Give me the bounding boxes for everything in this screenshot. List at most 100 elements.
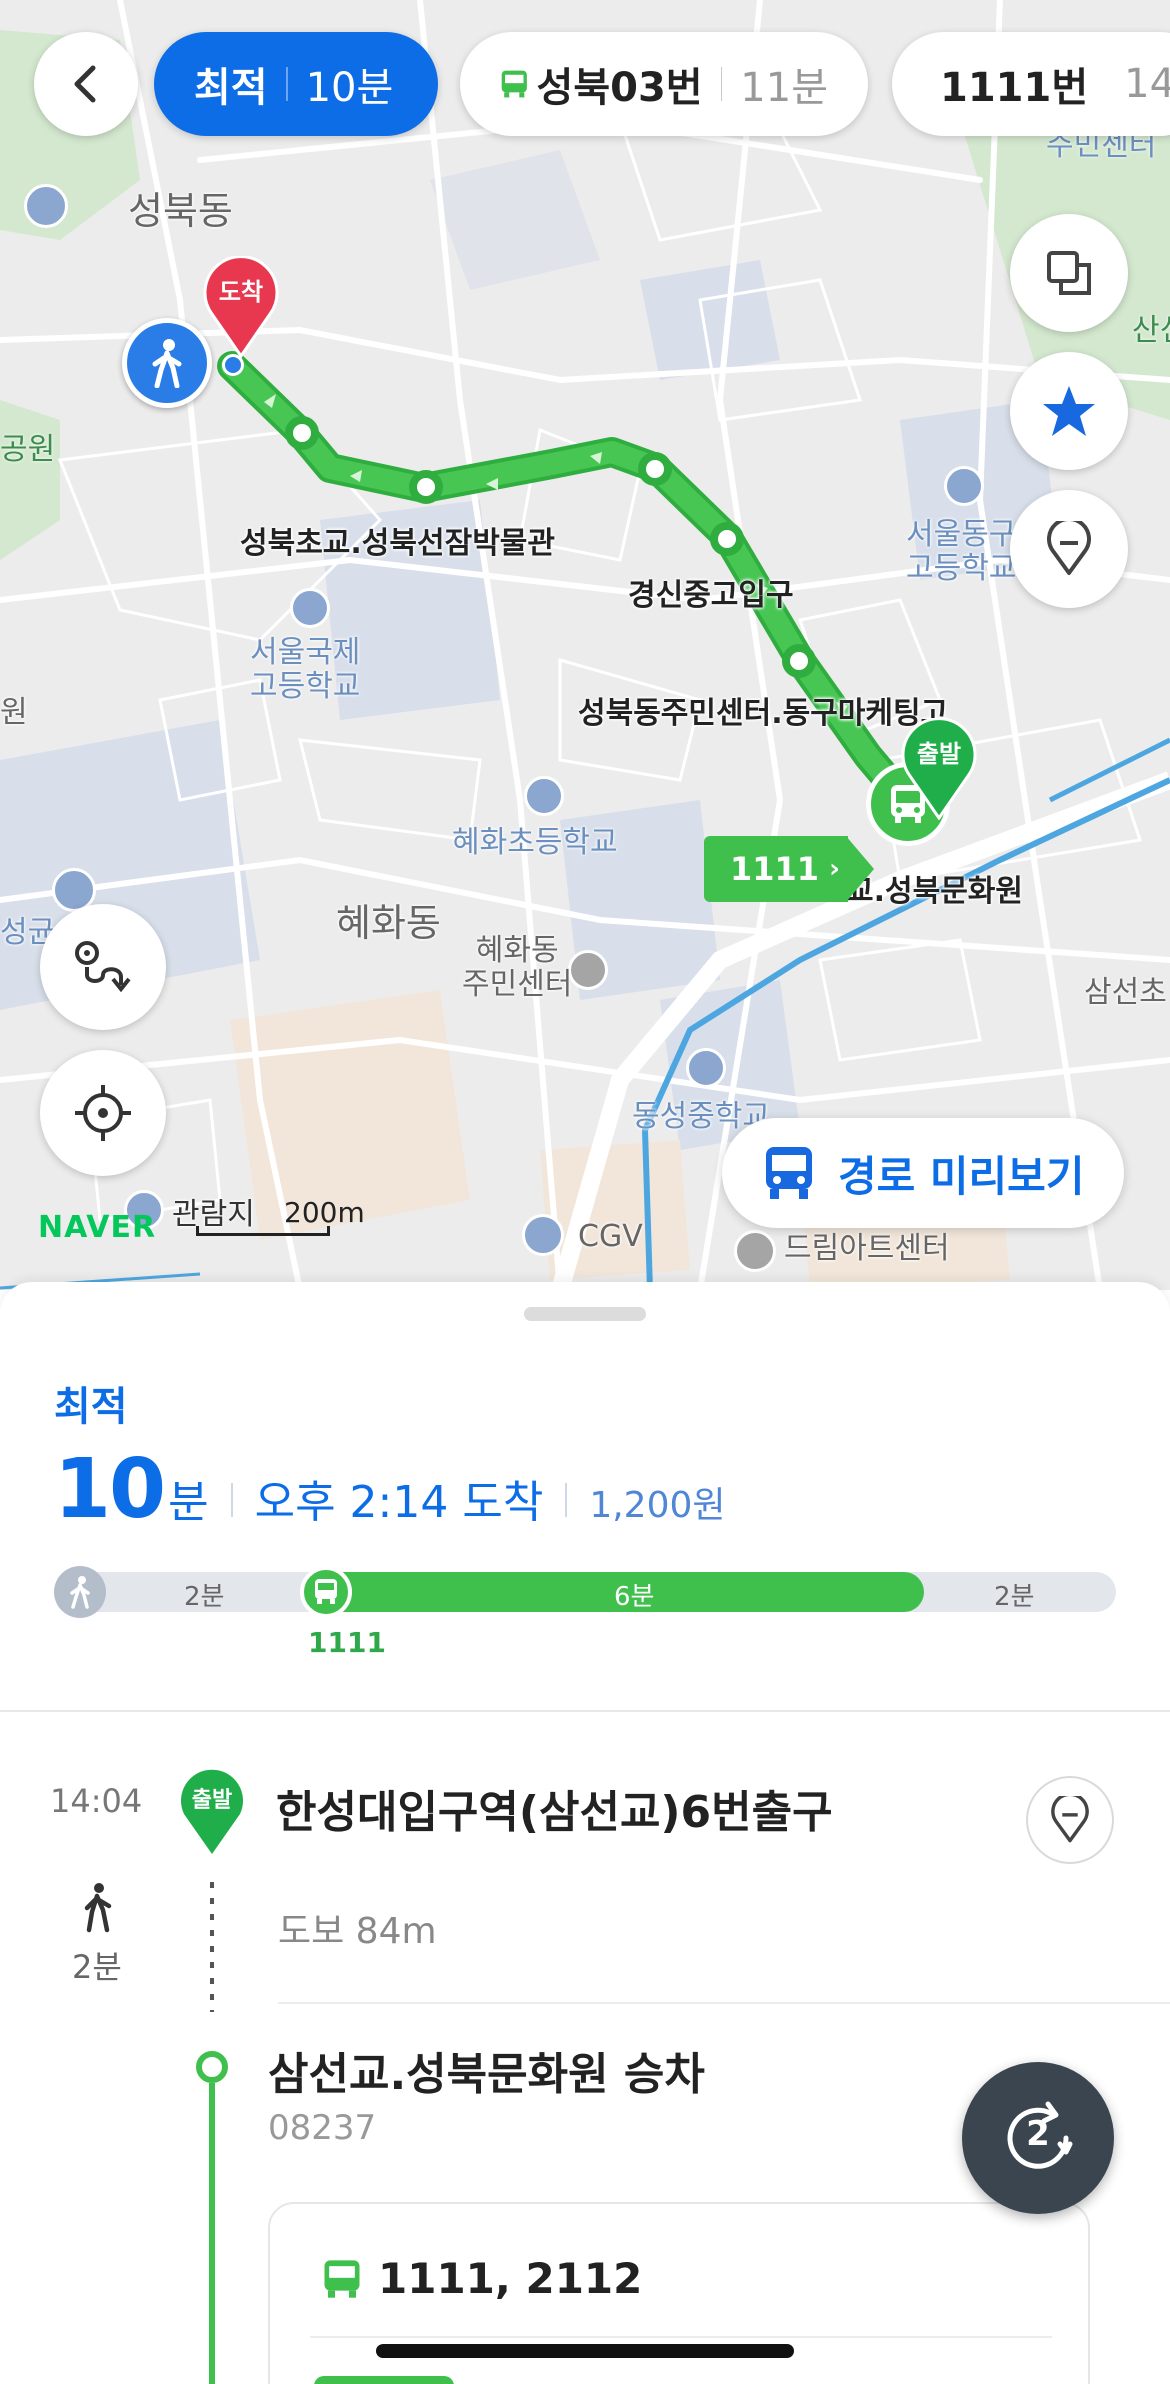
- bus-numbers: 1111, 2112: [378, 2254, 643, 2303]
- bus-card-title: 1111, 2112: [322, 2254, 642, 2303]
- route-tab-time: 11분: [740, 65, 828, 111]
- route-preview-button[interactable]: 경로 미리보기: [722, 1118, 1124, 1228]
- bus-icon: [766, 1147, 812, 1199]
- timeline-bar: 2분 6분 2분: [54, 1566, 1116, 1618]
- school-icon: [944, 466, 984, 506]
- poi-line: 서울동구: [906, 517, 1017, 552]
- pin-minus-icon: [1051, 1796, 1089, 1843]
- card-divider: [310, 2336, 1052, 2338]
- walking-person-icon: [84, 1883, 112, 1933]
- back-button[interactable]: [34, 32, 138, 136]
- poi-line: 혜화동: [475, 933, 559, 968]
- summary-separator: [230, 1483, 233, 1517]
- current-location-button[interactable]: [40, 1050, 166, 1176]
- depart-pin-label: 출발: [916, 740, 962, 768]
- start-locate-button[interactable]: [1026, 1776, 1114, 1864]
- walk-marker[interactable]: [122, 318, 212, 408]
- summary-separator: [565, 1483, 568, 1517]
- boarding-stop-code: 08237: [268, 2108, 377, 2148]
- route-detail-sheet[interactable]: 최적 10 분 오후 2:14 도착 1,200원 2분 6분 2분 1111: [0, 1282, 1170, 2384]
- school-icon: [24, 184, 68, 228]
- alternative-routes-count: 2: [1026, 2114, 1050, 2154]
- chevron-left-icon: [74, 65, 96, 103]
- minutes-unit: 분: [168, 1477, 209, 1528]
- route-tab-time: 10분: [305, 65, 394, 111]
- poi-hyehwa-center[interactable]: 혜화동 주민센터: [462, 934, 572, 1002]
- area-label-seongbuk: 성북동: [128, 189, 233, 233]
- fare: 1,200원: [589, 1485, 726, 1526]
- location-pin-button[interactable]: [1010, 490, 1128, 608]
- movie-icon: [522, 1214, 564, 1256]
- route-stop-marker[interactable]: [710, 522, 744, 556]
- stop-label-1[interactable]: 성북초교.성북선잠박물관: [240, 518, 555, 562]
- route-tab-time: 14: [1124, 61, 1170, 107]
- route-tab-seongbuk03[interactable]: 성북03번 11분: [460, 32, 868, 136]
- map-view[interactable]: 성북동 혜화동 공원 산신한 주민센터 삼선초 원 성균 성북초교.성북선잠박물…: [0, 0, 1170, 1290]
- arrive-pin[interactable]: 도착: [202, 255, 280, 362]
- start-place-title[interactable]: 한성대입구역(삼선교)6번출구: [276, 1776, 833, 1840]
- poi-line: 고등학교: [250, 669, 361, 704]
- start-pin-label: 출발: [191, 1788, 233, 1813]
- sheet-grab-handle[interactable]: [524, 1307, 646, 1321]
- route-stop-marker[interactable]: [409, 470, 443, 504]
- area-label-left-1: 원: [0, 695, 28, 730]
- boarding-stop-ring: [196, 2051, 228, 2083]
- poi-line: 고등학교: [906, 551, 1017, 586]
- step-divider: [278, 2002, 1170, 2004]
- route-tab-label: 1111번: [940, 65, 1089, 111]
- area-label-samseon: 삼선초: [1084, 975, 1167, 1010]
- depart-pin[interactable]: 출발: [900, 717, 978, 824]
- poi-seouldong[interactable]: 서울동구 고등학교: [906, 518, 1016, 586]
- area-label-hyehwa: 혜화동: [336, 901, 441, 945]
- timeline-bus: 6분: [614, 1582, 655, 1612]
- poi-line: 서울국제: [250, 635, 361, 670]
- layers-icon: [1047, 251, 1091, 295]
- school-icon: [686, 1048, 726, 1088]
- route-stop-marker[interactable]: [638, 452, 672, 486]
- bus-icon: [324, 2259, 360, 2298]
- timeline-walk2: 2분: [994, 1582, 1035, 1612]
- stop-label-3[interactable]: 성북동주민센터.동구마케팅고: [578, 688, 948, 732]
- bus-tag[interactable]: 1111 ›: [704, 836, 848, 902]
- favorite-button[interactable]: [1010, 352, 1128, 470]
- school-icon: [524, 776, 564, 816]
- route-tab-optimal[interactable]: 최적 10분: [154, 32, 438, 136]
- route-tab-1111[interactable]: 1111번 14: [892, 32, 1170, 136]
- walk-distance: 도보 84m: [278, 1911, 437, 1952]
- start-pin: 출발: [178, 1764, 246, 1860]
- crosshair-icon: [75, 1085, 131, 1141]
- walk-dotted-line: [210, 1882, 214, 2012]
- boarding-stop-title[interactable]: 삼선교.성북문화원 승차: [268, 2038, 705, 2102]
- stop-label-2[interactable]: 경신중고입구: [628, 570, 794, 614]
- chip-separator: [720, 67, 723, 101]
- route-stop-marker[interactable]: [285, 416, 319, 450]
- bus-route-chip[interactable]: [314, 2376, 454, 2384]
- bus-tag-number: 1111: [730, 850, 820, 888]
- pin-minus-icon: [1047, 521, 1091, 575]
- poi-cgv[interactable]: CGV: [578, 1220, 643, 1254]
- route-preview-label: 경로 미리보기: [838, 1151, 1085, 1201]
- section-divider: [0, 1710, 1170, 1712]
- poi-dream[interactable]: 드림아트센터: [784, 1232, 950, 1266]
- poi-seoul-intl[interactable]: 서울국제 고등학교: [250, 636, 360, 704]
- route-stop-marker[interactable]: [782, 644, 816, 678]
- chip-separator: [285, 67, 288, 101]
- total-minutes: 10: [54, 1442, 166, 1537]
- walking-person-icon: [152, 339, 182, 388]
- arrive-pin-label: 도착: [218, 278, 264, 306]
- office-icon: [568, 950, 608, 990]
- walk-minutes: 2분: [72, 1948, 122, 1986]
- layers-button[interactable]: [1010, 214, 1128, 332]
- timeline-walk1: 2분: [184, 1582, 225, 1612]
- route-options-button[interactable]: [40, 904, 166, 1030]
- home-indicator: [376, 2344, 794, 2358]
- area-label-park: 공원: [0, 432, 56, 467]
- timeline-bus-number: 1111: [308, 1626, 386, 1659]
- poi-line: 주민센터: [462, 967, 573, 1002]
- star-icon: [1043, 386, 1095, 436]
- poi-hyehwa-elem[interactable]: 혜화초등학교: [452, 826, 618, 860]
- alternative-routes-button[interactable]: 2: [962, 2062, 1114, 2214]
- walking-person-icon: [54, 1566, 106, 1618]
- naver-logo: NAVER: [38, 1210, 157, 1245]
- school-icon: [290, 588, 330, 628]
